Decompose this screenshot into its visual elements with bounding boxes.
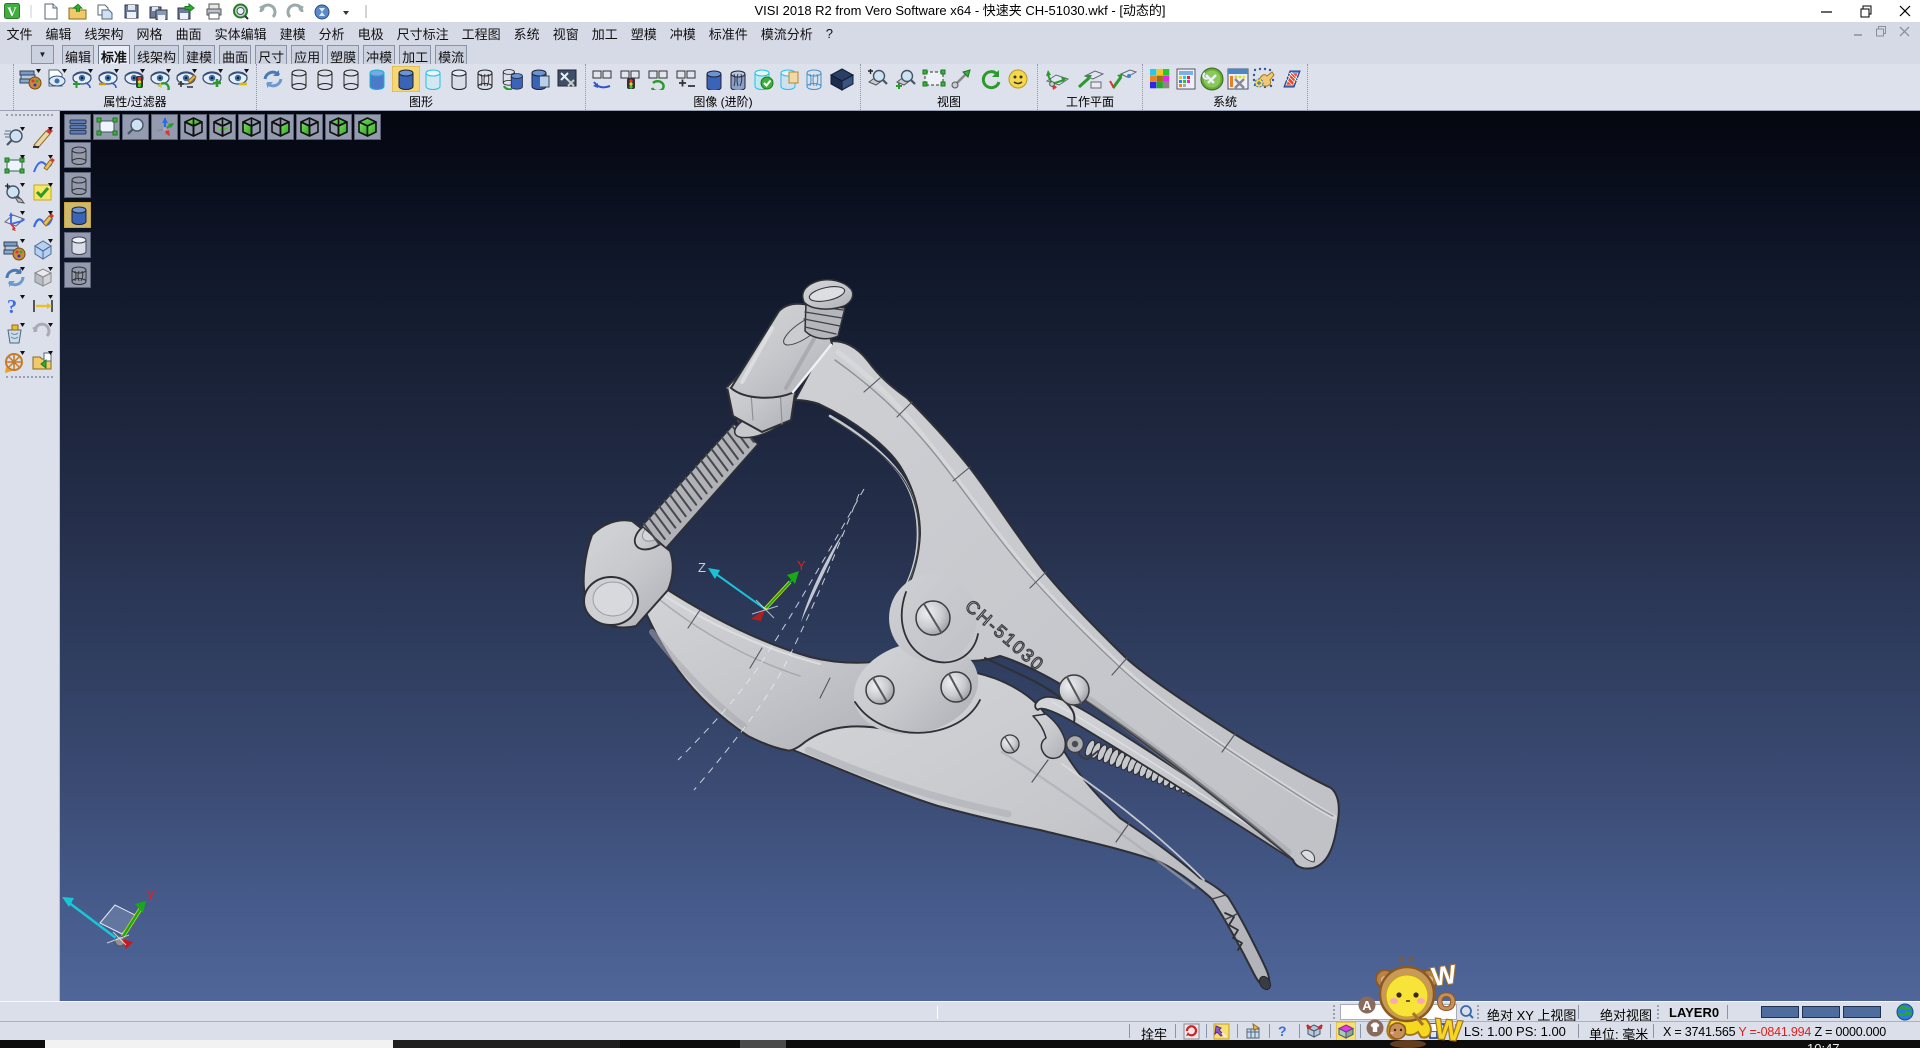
svg-text:W: W	[1430, 959, 1459, 992]
svg-text:O: O	[1437, 989, 1456, 1016]
svg-text:W: W	[1433, 1013, 1463, 1047]
svg-text:Y: Y	[146, 887, 156, 903]
svg-text:A: A	[1362, 998, 1372, 1013]
svg-text:V: V	[7, 4, 17, 19]
svg-text:Z: Z	[698, 560, 706, 575]
svg-text:Y: Y	[797, 558, 806, 573]
